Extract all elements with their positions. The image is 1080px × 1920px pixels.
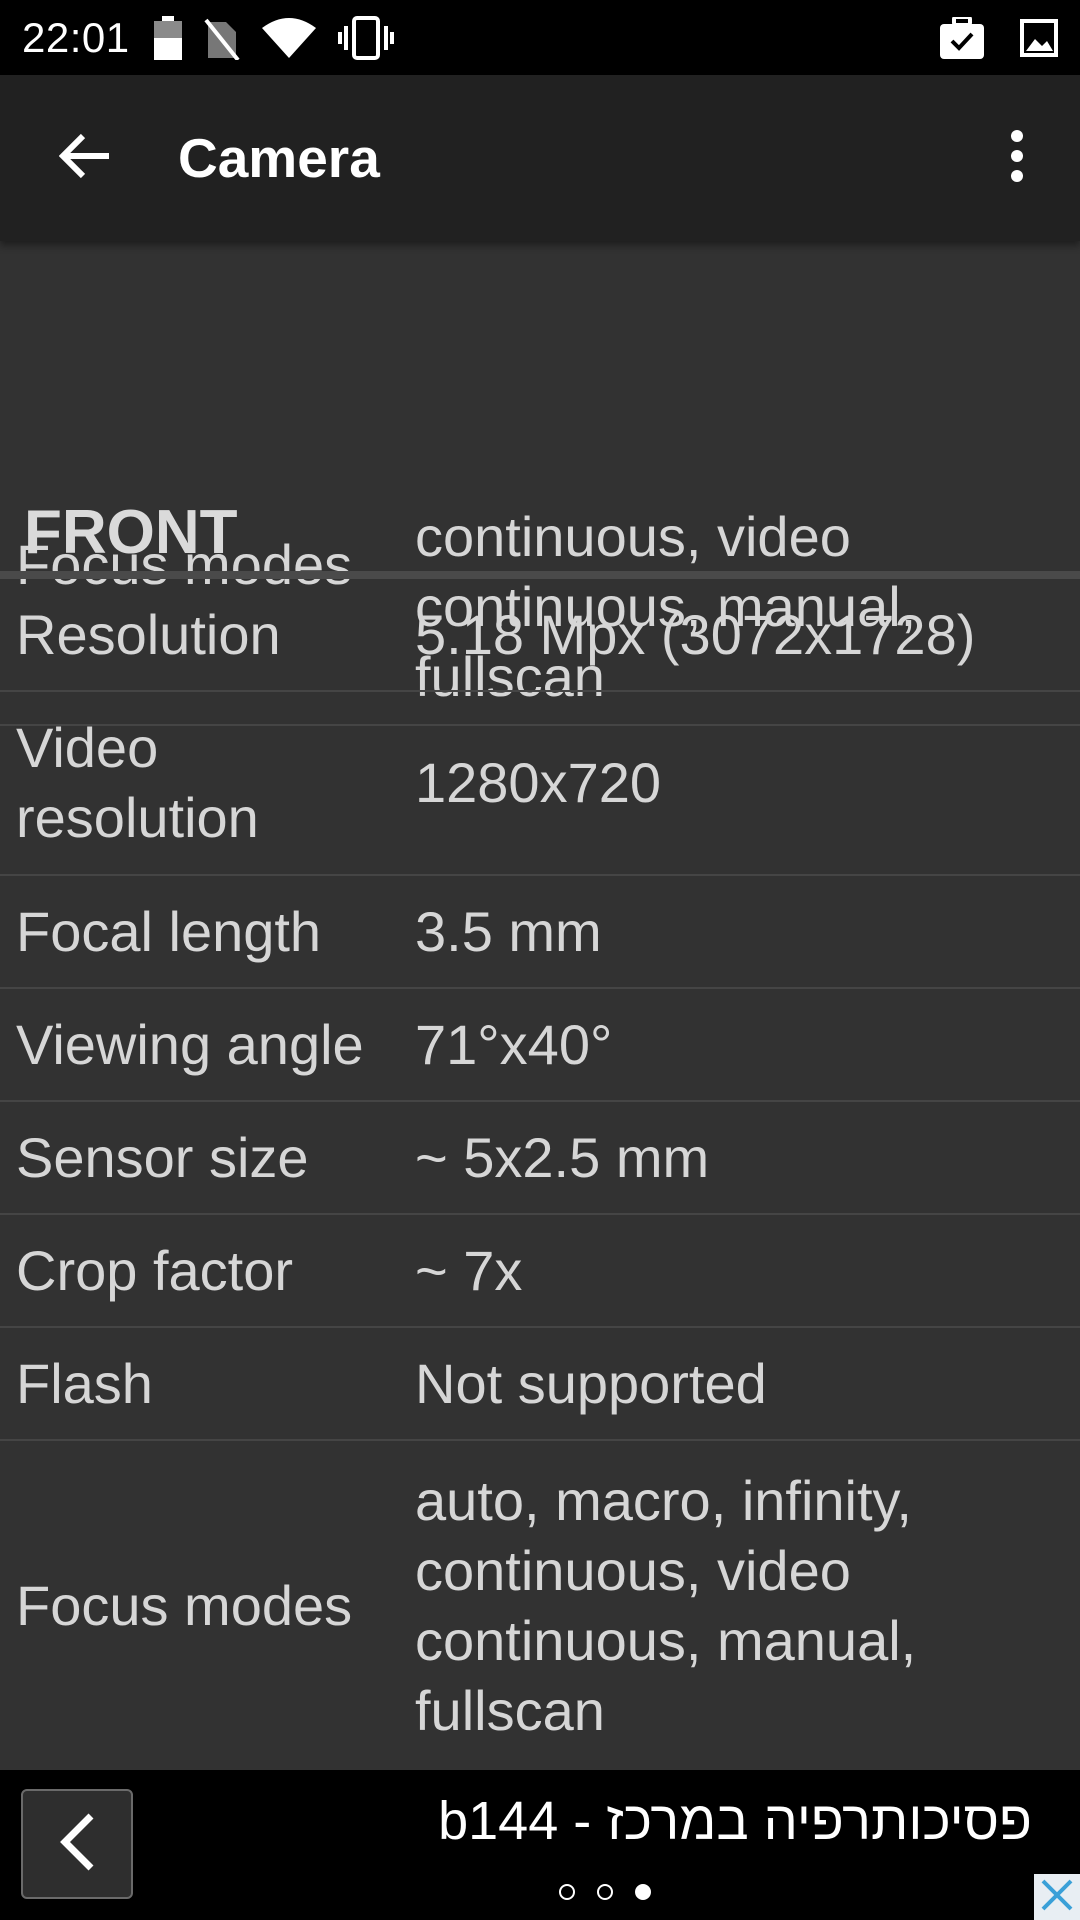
app-bar: Camera — [0, 75, 1080, 241]
info-row-crop-factor: Crop factor ~ 7x — [0, 1215, 1080, 1328]
row-value: 5.18 Mpx (3072x1728) — [415, 602, 976, 666]
row-label: Focus modes — [16, 1573, 353, 1637]
info-row-resolution: Resolution 5.18 Mpx (3072x1728) — [0, 579, 1080, 692]
page-dot — [559, 1884, 575, 1900]
status-time: 22:01 — [22, 13, 130, 61]
section-title: FRONT — [24, 498, 238, 567]
page-dot-active — [635, 1884, 651, 1900]
info-row-flash: Flash Not supported — [0, 1328, 1080, 1441]
info-row-viewing-angle: Viewing angle 71°x40° — [0, 989, 1080, 1102]
more-vert-icon — [1010, 129, 1024, 187]
page-dot — [597, 1884, 613, 1900]
status-bar: 22:01 — [0, 0, 1080, 75]
row-label: Resolution — [16, 602, 281, 666]
info-row-video-resolution: Video resolution 1280x720 — [0, 692, 1080, 876]
section-header-front: FRONT — [0, 485, 1080, 579]
row-label: Sensor size — [16, 1125, 309, 1189]
row-value: ~ 7x — [415, 1238, 523, 1302]
no-sim-icon — [204, 16, 240, 60]
wifi-icon — [261, 17, 316, 58]
briefcase-check-icon — [940, 16, 984, 59]
row-value: ~ 5x2.5 mm — [415, 1125, 710, 1189]
overflow-menu-button[interactable] — [1002, 128, 1032, 188]
row-value: Not supported — [415, 1351, 767, 1415]
row-label: Crop factor — [16, 1238, 293, 1302]
info-row-focus-modes-front: Focus modes auto, macro, infinity, conti… — [0, 1441, 1080, 1770]
row-value: auto, macro, infinity, continuous, video… — [415, 1468, 917, 1742]
page-title: Camera — [178, 127, 380, 189]
row-value: 1280x720 — [415, 751, 662, 814]
info-row-focal-length: Focal length 3.5 mm — [0, 876, 1080, 989]
chevron-left-icon — [57, 1812, 97, 1877]
row-label: Viewing angle — [16, 1012, 364, 1076]
row-label: Video resolution — [16, 716, 259, 849]
ad-text[interactable]: פסיכותרפיה במרכז - b144 — [438, 1790, 1032, 1852]
image-icon — [1020, 18, 1058, 57]
row-value: 71°x40° — [415, 1012, 613, 1076]
info-row-sensor-size: Sensor size ~ 5x2.5 mm — [0, 1102, 1080, 1215]
vibrate-icon — [337, 15, 394, 60]
back-button[interactable] — [50, 123, 120, 193]
close-icon — [1039, 1877, 1075, 1918]
ad-page-indicator — [559, 1884, 651, 1900]
row-value: 3.5 mm — [415, 899, 602, 963]
ad-close-button[interactable] — [1034, 1874, 1080, 1920]
row-label: Focal length — [16, 899, 322, 963]
arrow-left-icon — [58, 132, 111, 185]
battery-icon — [153, 15, 182, 60]
row-label: Flash — [16, 1351, 153, 1415]
ad-banner[interactable]: פסיכותרפיה במרכז - b144 — [0, 1770, 1080, 1920]
camera-info-list[interactable]: Focus modes continuous, video continuous… — [0, 241, 1080, 1770]
ad-prev-button[interactable] — [21, 1789, 133, 1899]
